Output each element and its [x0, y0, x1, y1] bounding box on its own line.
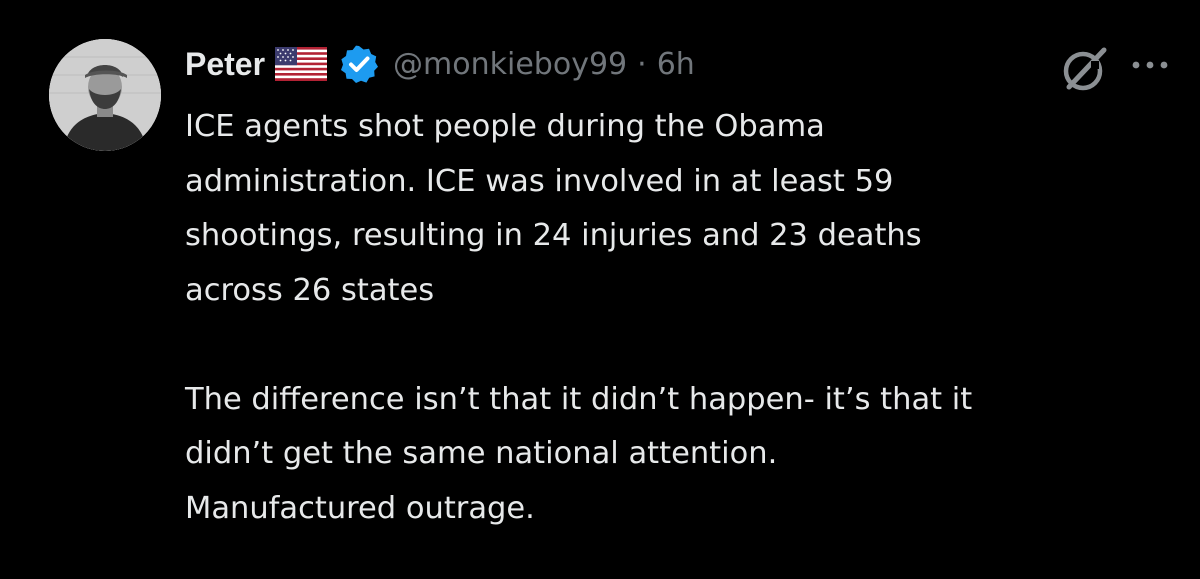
verified-badge-icon[interactable] [339, 44, 379, 84]
avatar[interactable] [49, 39, 161, 151]
tweet: Peter @monkieboy99 · 6h ICE agents shot … [0, 0, 1200, 579]
tweet-line: The difference isn’t that it didn’t happ… [185, 381, 973, 417]
tweet-paragraph: ICE agents shot people during the Obama … [185, 100, 1175, 318]
more-options-icon[interactable] [1130, 58, 1170, 72]
tweet-line: didn’t get the same national attention. [185, 436, 778, 471]
author-handle[interactable]: @monkieboy99 [393, 47, 627, 82]
tweet-timestamp[interactable]: 6h [657, 47, 695, 82]
us-flag-icon [275, 47, 328, 81]
tweet-header: Peter @monkieboy99 · 6h [185, 40, 695, 88]
tweet-line: ICE agents shot people during the Obama [185, 109, 825, 144]
tweet-line: Manufactured outrage. [185, 490, 535, 526]
tweet-line: across 26 states [185, 272, 435, 308]
tweet-line: shootings, resulting in 24 injuries and … [185, 218, 922, 253]
grok-icon[interactable] [1057, 41, 1113, 97]
tweet-line: administration. ICE was involved in at l… [185, 163, 894, 199]
tweet-paragraph: The difference isn’t that it didn’t happ… [185, 373, 1175, 537]
tweet-text: ICE agents shot people during the Obama … [185, 100, 1175, 536]
header-separator: · [637, 46, 647, 82]
author-name[interactable]: Peter [185, 46, 265, 83]
avatar-image [49, 39, 161, 151]
